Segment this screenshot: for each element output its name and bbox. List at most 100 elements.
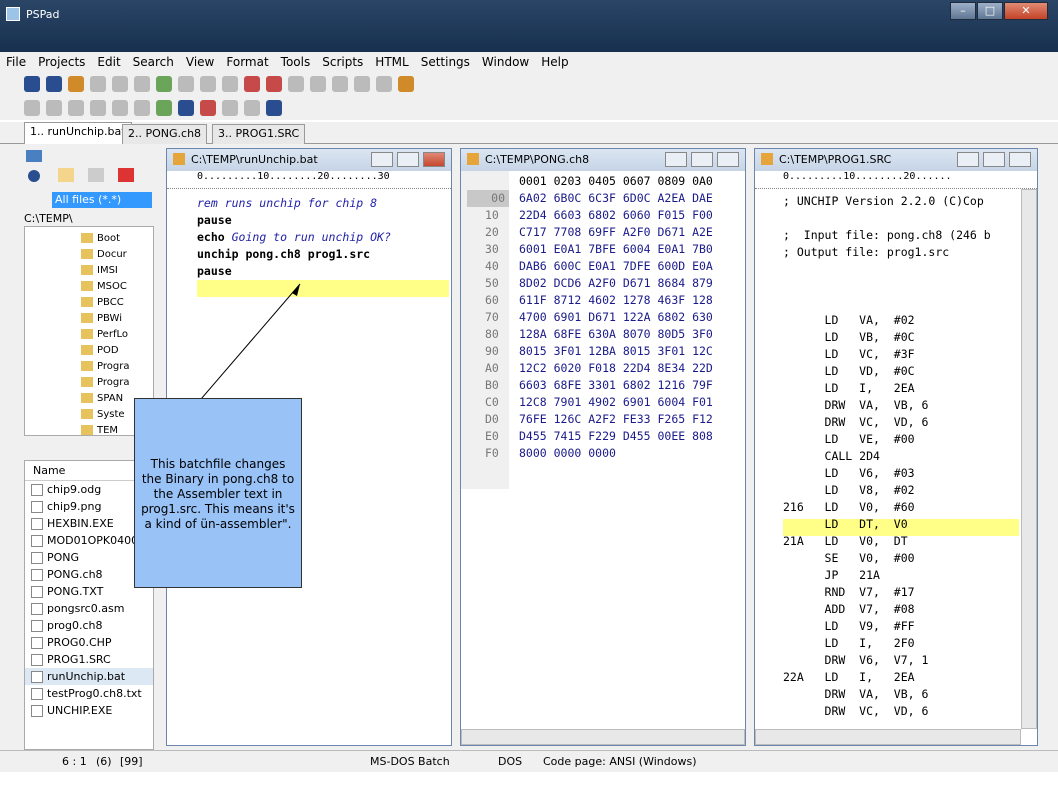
- tree-item[interactable]: Progra: [81, 359, 129, 375]
- hex-row[interactable]: C717 7708 69FF A2F0 D671 A2E: [519, 224, 713, 241]
- open-project-icon[interactable]: [46, 76, 62, 92]
- tag-icon[interactable]: [46, 100, 62, 116]
- code-line[interactable]: SE V0, #00: [783, 550, 915, 567]
- code-line[interactable]: JP 21A: [783, 567, 880, 584]
- hex-row[interactable]: 22D4 6603 6802 6060 F015 F00: [519, 207, 713, 224]
- check-icon[interactable]: [156, 100, 172, 116]
- editor-minimize-button[interactable]: [957, 152, 979, 167]
- editor-close-button[interactable]: [1009, 152, 1031, 167]
- ftp-icon[interactable]: [88, 168, 104, 182]
- code-line[interactable]: DRW VC, VD, 6: [783, 414, 929, 431]
- tree-item[interactable]: IMSI: [81, 263, 118, 279]
- code-line[interactable]: DRW VA, VB, 6: [783, 686, 929, 703]
- file-item[interactable]: runUnchip.bat: [25, 668, 153, 685]
- editor-maximize-button[interactable]: [397, 152, 419, 167]
- code-line[interactable]: LD VD, #0C: [783, 363, 915, 380]
- hex-row[interactable]: 6A02 6B0C 6C3F 6D0C A2EA DAE: [519, 190, 713, 207]
- wrap-icon[interactable]: [376, 76, 392, 92]
- tree-item[interactable]: PBWi: [81, 311, 122, 327]
- minimize-button[interactable]: –: [950, 2, 976, 20]
- tree-item[interactable]: Docur: [81, 247, 127, 263]
- tag-close-icon[interactable]: [112, 100, 128, 116]
- tree-item[interactable]: Boot: [81, 231, 120, 247]
- code-line[interactable]: LD I, 2EA: [783, 380, 915, 397]
- tree-item[interactable]: Progra: [81, 375, 129, 391]
- code-line[interactable]: LD DT, V0: [783, 516, 908, 533]
- project-icon[interactable]: [24, 76, 40, 92]
- menu-item-search[interactable]: Search: [127, 55, 180, 69]
- editor-close-button[interactable]: [423, 152, 445, 167]
- search-icon[interactable]: [178, 76, 194, 92]
- hex-row[interactable]: 128A 68FE 630A 8070 80D5 3F0: [519, 326, 713, 343]
- tree-item[interactable]: PBCC: [81, 295, 124, 311]
- code-line[interactable]: RND V7, #17: [783, 584, 915, 601]
- horizontal-scrollbar[interactable]: [461, 729, 745, 745]
- folder-icon[interactable]: [68, 76, 84, 92]
- menu-item-window[interactable]: Window: [476, 55, 535, 69]
- code-line[interactable]: DRW VC, VD, 6: [783, 703, 929, 720]
- html-icon[interactable]: [24, 100, 40, 116]
- favorites-icon[interactable]: [118, 168, 134, 182]
- menu-item-settings[interactable]: Settings: [415, 55, 476, 69]
- new-icon[interactable]: [90, 76, 106, 92]
- file-item[interactable]: PROG1.SRC: [25, 651, 153, 668]
- spell-icon[interactable]: [398, 76, 414, 92]
- preview-icon[interactable]: [266, 100, 282, 116]
- circle-icon[interactable]: [134, 100, 150, 116]
- tree-item[interactable]: MSOC: [81, 279, 127, 295]
- code-line[interactable]: 216 LD V0, #60: [783, 499, 915, 516]
- tree-item[interactable]: SPAN: [81, 391, 123, 407]
- tree-item[interactable]: POD: [81, 343, 119, 359]
- code-line[interactable]: 22A LD I, 2EA: [783, 669, 915, 686]
- tree-item[interactable]: Syste: [81, 407, 125, 423]
- code-line[interactable]: DRW VA, VB, 6: [783, 397, 929, 414]
- menu-item-help[interactable]: Help: [535, 55, 574, 69]
- code-line[interactable]: pause: [197, 263, 232, 280]
- open-icon[interactable]: [112, 76, 128, 92]
- vertical-scrollbar[interactable]: [1021, 189, 1037, 729]
- menu-item-view[interactable]: View: [180, 55, 220, 69]
- file-item[interactable]: prog0.ch8: [25, 617, 153, 634]
- hex-row[interactable]: 8000 0000 0000: [519, 445, 616, 462]
- hex-row[interactable]: 6001 E0A1 7BFE 6004 E0A1 7B0: [519, 241, 713, 258]
- code-line[interactable]: LD V6, #03: [783, 465, 915, 482]
- replace-icon[interactable]: [200, 76, 216, 92]
- editor-close-button[interactable]: [717, 152, 739, 167]
- delete-icon[interactable]: [354, 76, 370, 92]
- menu-item-edit[interactable]: Edit: [91, 55, 126, 69]
- code-line[interactable]: LD VB, #0C: [783, 329, 915, 346]
- editor-maximize-button[interactable]: [983, 152, 1005, 167]
- print-icon[interactable]: [222, 76, 238, 92]
- folder-tab-icon[interactable]: [58, 168, 74, 182]
- html-txt-icon[interactable]: [90, 100, 106, 116]
- file-item[interactable]: pongsrc0.asm: [25, 600, 153, 617]
- menu-item-scripts[interactable]: Scripts: [316, 55, 369, 69]
- redo-icon[interactable]: [266, 76, 282, 92]
- tree-icon[interactable]: [156, 76, 172, 92]
- menu-item-html[interactable]: HTML: [369, 55, 414, 69]
- tab-rununchip[interactable]: 1.. runUnchip.bat: [24, 122, 132, 144]
- menu-item-format[interactable]: Format: [220, 55, 274, 69]
- save-icon[interactable]: [134, 76, 150, 92]
- glasses-icon[interactable]: [222, 100, 238, 116]
- hex-row[interactable]: DAB6 600C E0A1 7DFE 600D E0A: [519, 258, 713, 275]
- google-icon[interactable]: [178, 100, 194, 116]
- line-ending[interactable]: DOS: [498, 755, 522, 768]
- code-page[interactable]: Code page: ANSI (Windows): [543, 755, 697, 768]
- tree-item[interactable]: PerfLo: [81, 327, 128, 343]
- code-line[interactable]: LD V8, #02: [783, 482, 915, 499]
- maximize-button[interactable]: □: [977, 2, 1003, 20]
- block-icon[interactable]: [244, 100, 260, 116]
- code-line[interactable]: ; UNCHIP Version 2.2.0 (C)Cop: [783, 193, 984, 210]
- tree-item[interactable]: TEM: [81, 423, 118, 435]
- close-button[interactable]: ✕: [1004, 2, 1048, 20]
- tab-prog1[interactable]: 3.. PROG1.SRC: [212, 124, 306, 144]
- menu-item-tools[interactable]: Tools: [275, 55, 317, 69]
- hex-row[interactable]: 611F 8712 4602 1278 463F 128: [519, 292, 713, 309]
- horizontal-scrollbar[interactable]: [755, 729, 1021, 745]
- hex-row[interactable]: 12C2 6020 F018 22D4 8E34 22D: [519, 360, 713, 377]
- code-line[interactable]: ; Input file: pong.ch8 (246 b: [783, 227, 991, 244]
- file-item[interactable]: PROG0.CHP: [25, 634, 153, 651]
- menu-item-projects[interactable]: Projects: [32, 55, 91, 69]
- code-line[interactable]: rem runs unchip for chip 8: [197, 195, 377, 212]
